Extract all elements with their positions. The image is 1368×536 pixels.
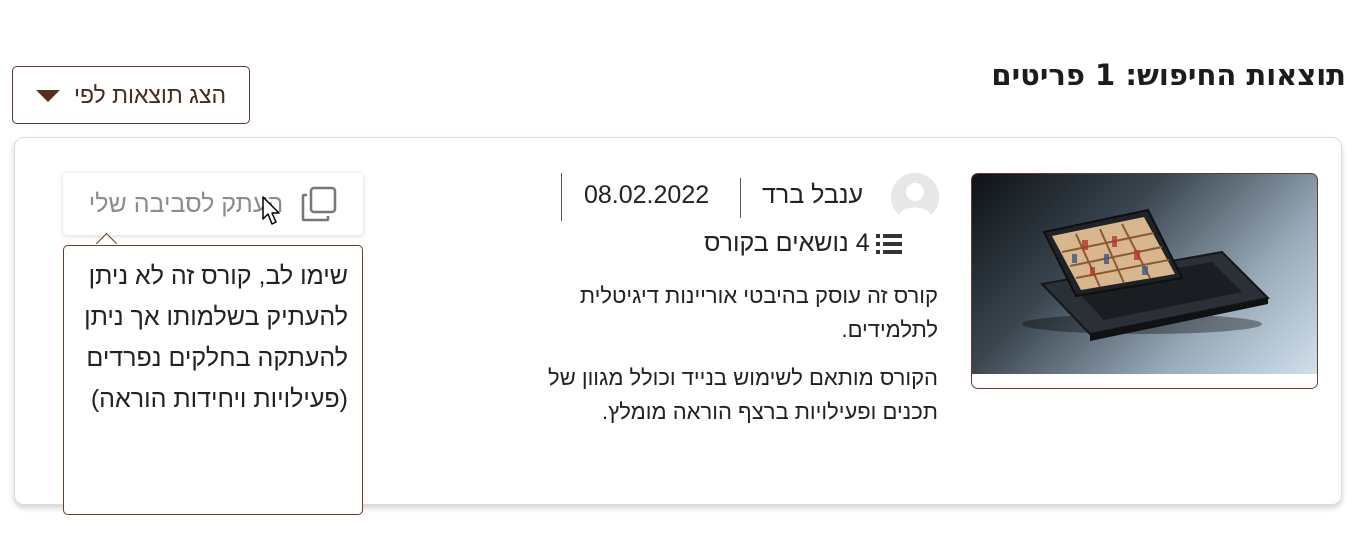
caret-down-icon: [35, 90, 60, 102]
copy-tooltip: שימו לב, קורס זה לא ניתן להעתיק בשלמותו …: [63, 245, 363, 515]
sort-results-label: הצג תוצאות לפי: [73, 81, 227, 108]
meta-divider: [740, 178, 741, 218]
thumbnail-footer: [972, 374, 1317, 388]
description-paragraph: הקורס מותאם לשימוש בנייד וכולל מגוון של …: [548, 365, 938, 424]
course-description: קורס זה עוסק בהיבטי אוריינות דיגיטלית לת…: [498, 279, 938, 443]
course-thumbnail[interactable]: [971, 173, 1318, 389]
user-avatar-icon: [891, 173, 939, 221]
course-author[interactable]: ענבל ברד: [762, 181, 863, 210]
course-topics-label: 4 נושאים בקורס: [704, 229, 870, 257]
course-date: 08.02.2022: [584, 181, 710, 209]
copy-to-my-environment-button[interactable]: העתק לסביבה שלי: [63, 173, 363, 235]
course-topics: 4 נושאים בקורס: [704, 229, 902, 258]
sort-results-button[interactable]: הצג תוצאות לפי: [12, 66, 250, 124]
description-paragraph: קורס זה עוסק בהיבטי אוריינות דיגיטלית לת…: [579, 283, 938, 342]
meta-divider: [561, 173, 562, 221]
copy-button-label: העתק לסביבה שלי: [88, 189, 284, 218]
search-results-title: תוצאות החיפוש: 1 פריטים: [991, 58, 1346, 92]
mouse-cursor-icon: [262, 196, 280, 225]
laptop-illustration: [1022, 208, 1271, 341]
copy-icon: [301, 186, 337, 222]
list-icon: [875, 233, 902, 254]
